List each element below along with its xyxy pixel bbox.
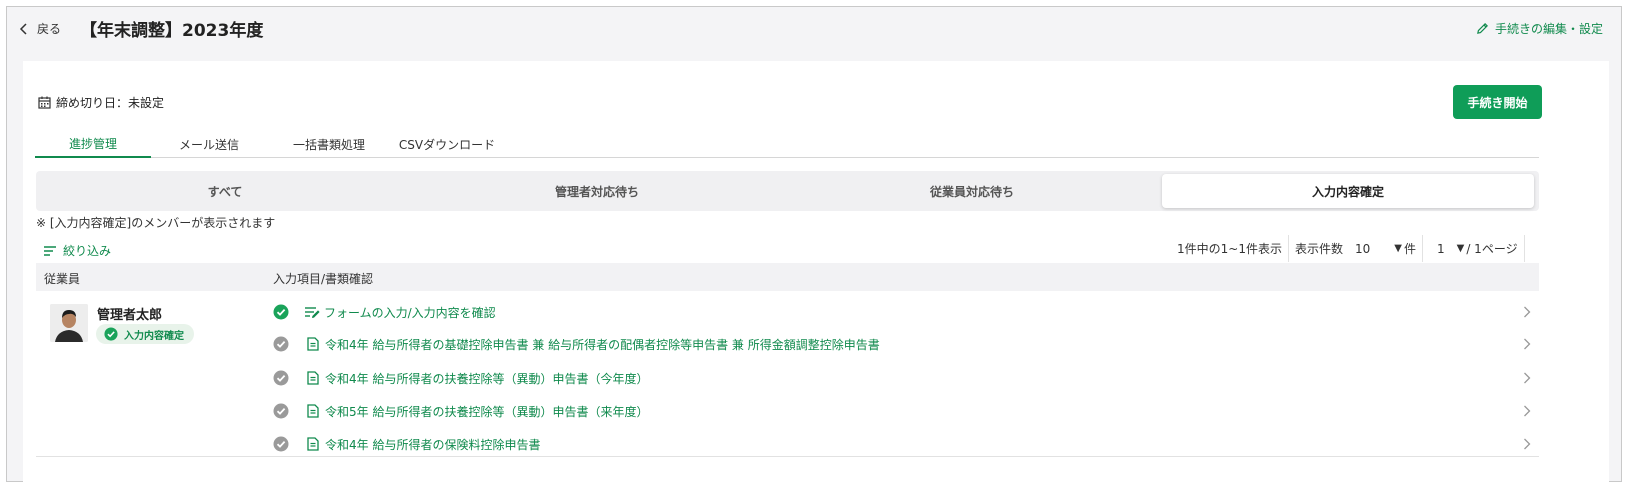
deadline-label: 締め切り日：未設定 xyxy=(56,96,165,110)
chevron-right-icon xyxy=(1524,306,1531,318)
column-items: 入力項目/書類確認 xyxy=(273,272,374,286)
filter-button[interactable]: 絞り込み xyxy=(43,242,111,259)
edit-settings-link[interactable]: 手続きの編集・設定 xyxy=(1476,20,1603,37)
status-segments: すべて 管理者対応待ち 従業員対応待ち 入力内容確定 xyxy=(36,171,1539,211)
person-photo-icon xyxy=(50,304,88,342)
check-circle-icon xyxy=(273,403,289,419)
per-page-unit: 件 xyxy=(1403,242,1416,256)
form-edit-icon xyxy=(305,307,320,318)
deadline-info: 締め切り日：未設定 xyxy=(38,94,164,111)
item-label: 令和4年 給与所得者の扶養控除等（異動）申告書（今年度） xyxy=(325,371,649,386)
main-card: 締め切り日：未設定 手続き開始 進捗管理 メール送信 一括書類処理 CSVダウン… xyxy=(23,61,1609,485)
segment-all[interactable]: すべて xyxy=(39,174,411,208)
chevron-left-icon xyxy=(19,22,27,35)
employee-name: 管理者太郎 xyxy=(97,308,163,323)
per-page-select[interactable]: 10 xyxy=(1355,242,1370,256)
tab-bulk-documents[interactable]: 一括書類処理 xyxy=(267,131,391,158)
column-employee: 従業員 xyxy=(44,272,81,286)
avatar xyxy=(50,304,88,342)
page-title: 【年末調整】2023年度 xyxy=(80,21,264,41)
filter-lines-icon xyxy=(44,245,56,256)
check-circle-icon xyxy=(273,370,289,386)
segment-input-confirmed[interactable]: 入力内容確定 xyxy=(1162,174,1534,208)
check-circle-icon xyxy=(273,336,289,352)
chevron-right-icon xyxy=(1524,372,1531,384)
edit-settings-label: 手続きの編集・設定 xyxy=(1494,22,1603,36)
list-item-form[interactable]: フォームの入力/入力内容を確認 xyxy=(273,297,1539,327)
app-window: 戻る 【年末調整】2023年度 手続きの編集・設定 締め切り日：未設定 手続き開… xyxy=(6,6,1622,485)
tab-progress[interactable]: 進捗管理 xyxy=(35,131,151,158)
caret-down-icon[interactable]: ▼ xyxy=(1457,243,1465,254)
list-item-document[interactable]: 令和4年 給与所得者の扶養控除等（異動）申告書（今年度） xyxy=(273,363,1539,393)
back-label: 戻る xyxy=(37,22,62,36)
filter-note: ※ [入力内容確定]のメンバーが表示されます xyxy=(36,216,276,230)
list-item-document[interactable]: 令和4年 給与所得者の保険料控除申告書 xyxy=(273,429,1539,459)
page-select[interactable]: 1 xyxy=(1437,242,1445,256)
check-circle-icon xyxy=(273,436,289,452)
document-icon xyxy=(307,371,319,385)
list-item-document[interactable]: 令和5年 給与所得者の扶養控除等（異動）申告書（来年度） xyxy=(273,396,1539,426)
tab-csv-download[interactable]: CSVダウンロード xyxy=(391,131,503,158)
table-header: 従業員 入力項目/書類確認 xyxy=(36,263,1539,291)
chevron-right-icon xyxy=(1524,338,1531,350)
page-header: 戻る 【年末調整】2023年度 手続きの編集・設定 xyxy=(7,7,1621,55)
document-icon xyxy=(307,404,319,418)
item-label: 令和4年 給与所得者の基礎控除申告書 兼 給与所得者の配偶者控除等申告書 兼 所… xyxy=(325,337,880,352)
check-circle-icon xyxy=(104,327,118,341)
page-control: 1 ▼ / 1ページ xyxy=(1423,235,1525,262)
pagination: 1件中の1~1件表示 表示件数 10 ▼ 件 1 ▼ / 1ページ xyxy=(1171,235,1525,262)
result-summary: 1件中の1~1件表示 xyxy=(1171,235,1289,262)
pencil-icon xyxy=(1477,23,1488,34)
segment-employee-pending[interactable]: 従業員対応待ち xyxy=(786,174,1158,208)
document-icon xyxy=(307,337,319,351)
calendar-icon xyxy=(38,96,51,109)
item-label: フォームの入力/入力内容を確認 xyxy=(324,305,496,320)
list-item-document[interactable]: 令和4年 給与所得者の基礎控除申告書 兼 給与所得者の配偶者控除等申告書 兼 所… xyxy=(273,329,1539,359)
document-icon xyxy=(307,437,319,451)
caret-down-icon[interactable]: ▼ xyxy=(1394,243,1402,254)
per-page-control: 表示件数 10 ▼ 件 xyxy=(1289,235,1423,262)
segment-admin-pending[interactable]: 管理者対応待ち xyxy=(411,174,783,208)
chevron-right-icon xyxy=(1524,405,1531,417)
page-total: / 1ページ xyxy=(1466,242,1518,256)
back-button[interactable]: 戻る xyxy=(19,20,61,37)
main-tabs: 進捗管理 メール送信 一括書類処理 CSVダウンロード xyxy=(35,131,1539,158)
per-page-label: 表示件数 xyxy=(1294,242,1343,256)
check-circle-icon xyxy=(273,304,289,320)
item-label: 令和4年 給与所得者の保険料控除申告書 xyxy=(325,437,541,452)
start-procedure-button[interactable]: 手続き開始 xyxy=(1453,85,1542,119)
tab-email[interactable]: メール送信 xyxy=(151,131,267,158)
status-badge-label: 入力内容確定 xyxy=(124,330,184,342)
row-divider xyxy=(36,456,1539,457)
status-badge: 入力内容確定 xyxy=(96,324,194,344)
chevron-right-icon xyxy=(1524,438,1531,450)
filter-label: 絞り込み xyxy=(63,244,112,258)
item-label: 令和5年 給与所得者の扶養控除等（異動）申告書（来年度） xyxy=(325,404,649,419)
